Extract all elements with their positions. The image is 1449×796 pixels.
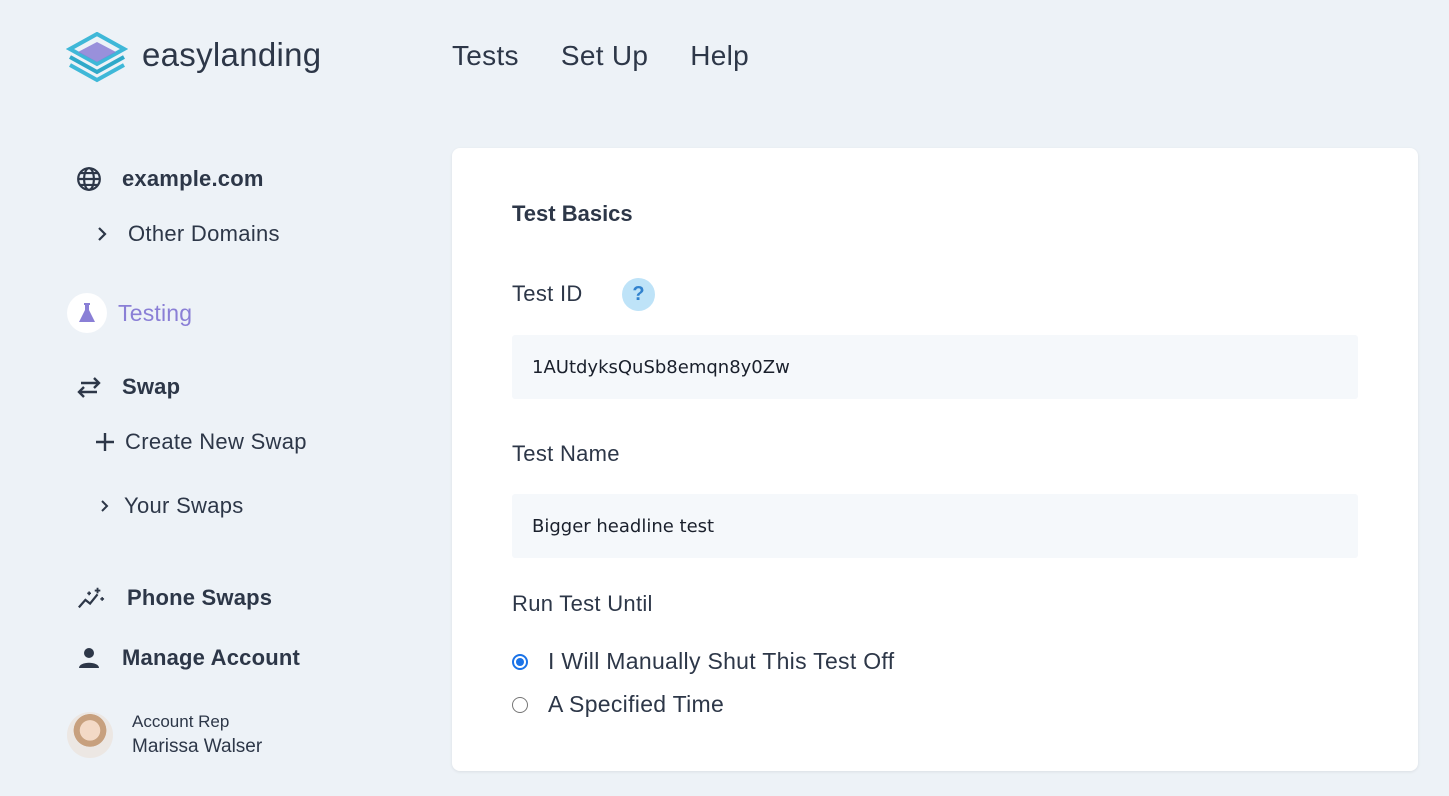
account-rep: Account Rep Marissa Walser xyxy=(67,712,262,758)
sidebar-item-manage-account[interactable]: Manage Account xyxy=(75,644,300,672)
globe-icon xyxy=(75,165,103,193)
sidebar-manage-account-label: Manage Account xyxy=(122,645,301,670)
sidebar-your-swaps-label: Your Swaps xyxy=(124,493,244,518)
sidebar-item-domain[interactable]: example.com xyxy=(75,165,264,193)
user-icon xyxy=(75,644,103,672)
sidebar-item-create-swap[interactable]: Create New Swap xyxy=(94,428,307,456)
flask-icon xyxy=(67,293,107,333)
radio-specified-time-label: A Specified Time xyxy=(548,691,725,717)
chevron-right-icon xyxy=(98,492,112,520)
nav-tests[interactable]: Tests xyxy=(452,40,519,72)
nav-help[interactable]: Help xyxy=(690,40,749,72)
brand-name: easylanding xyxy=(142,36,322,73)
sidebar-item-other-domains[interactable]: Other Domains xyxy=(94,220,280,248)
help-icon[interactable]: ? xyxy=(622,278,655,311)
nav-set-up[interactable]: Set Up xyxy=(561,40,648,72)
radio-specified-time[interactable] xyxy=(512,696,528,713)
swap-arrows-icon xyxy=(75,373,103,401)
sidebar-domain-label: example.com xyxy=(122,166,264,191)
sidebar-swap-label: Swap xyxy=(122,374,181,399)
sidebar-item-testing[interactable]: Testing xyxy=(67,293,192,333)
test-name-field[interactable] xyxy=(512,494,1358,558)
layers-logo-icon xyxy=(66,32,128,83)
test-id-label: Test ID xyxy=(512,281,583,306)
test-name-label: Test Name xyxy=(512,441,620,466)
sparkle-chart-icon xyxy=(77,584,105,612)
radio-option-manual[interactable]: I Will Manually Shut This Test Off xyxy=(512,648,894,675)
card-title: Test Basics xyxy=(512,201,633,226)
sidebar-create-swap-label: Create New Swap xyxy=(125,429,307,454)
test-id-field[interactable] xyxy=(512,335,1358,399)
top-nav: Tests Set Up Help xyxy=(452,40,749,72)
radio-manual-label: I Will Manually Shut This Test Off xyxy=(548,648,895,674)
radio-manual[interactable] xyxy=(512,653,528,670)
test-basics-card: Test Basics Test ID ? Test Name Run Test… xyxy=(452,148,1418,771)
page: easylanding Tests Set Up Help example.co… xyxy=(0,0,1449,796)
run-test-until-label: Run Test Until xyxy=(512,591,653,616)
sidebar-item-your-swaps[interactable]: Your Swaps xyxy=(98,492,244,520)
brand-logo[interactable]: easylanding xyxy=(66,32,321,84)
sidebar-other-domains-label: Other Domains xyxy=(128,221,280,246)
plus-icon xyxy=(94,428,116,456)
account-rep-name: Marissa Walser xyxy=(132,736,263,757)
account-rep-title: Account Rep xyxy=(132,712,230,731)
sidebar-phone-swaps-label: Phone Swaps xyxy=(127,585,273,610)
sidebar-item-phone-swaps[interactable]: Phone Swaps xyxy=(77,584,272,612)
sidebar-testing-label: Testing xyxy=(118,299,193,326)
avatar xyxy=(67,712,113,758)
chevron-right-icon xyxy=(94,220,110,248)
sidebar-item-swap[interactable]: Swap xyxy=(75,373,180,401)
radio-option-specified-time[interactable]: A Specified Time xyxy=(512,691,724,718)
